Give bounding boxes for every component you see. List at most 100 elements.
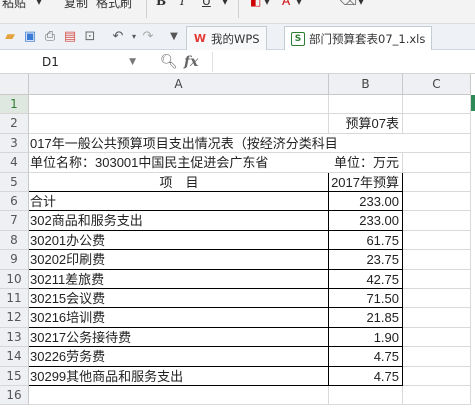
row-header[interactable]: 2 [0, 114, 29, 134]
column-header-b[interactable]: B [329, 74, 403, 95]
cell-c[interactable] [403, 114, 471, 134]
export-pdf-icon[interactable]: ▤ [62, 29, 78, 45]
row-header[interactable]: 4 [0, 153, 29, 173]
cell-c[interactable] [403, 133, 471, 154]
cell-b[interactable]: 4.75 [329, 366, 403, 386]
name-box[interactable]: D1 ▼ [0, 52, 140, 72]
cell-c[interactable] [403, 327, 471, 348]
cell-c[interactable] [403, 211, 471, 231]
row-header[interactable]: 5 [0, 172, 29, 192]
cell-a[interactable]: 30211差旅费 [29, 269, 329, 289]
cell-a[interactable]: 302商品和服务支出 [29, 211, 329, 231]
cell-b[interactable]: 61.75 [329, 230, 403, 251]
cell-b[interactable]: 233.00 [329, 192, 403, 212]
row-header[interactable]: 16 [0, 386, 29, 406]
tab-document[interactable]: S 部门预算套表07_1.xls [284, 26, 433, 50]
dropdown-arrow-icon[interactable]: ▾ [36, 0, 42, 8]
cell-b[interactable]: 单位：万元 [329, 153, 403, 173]
cell-a[interactable]: 30201办公费 [29, 230, 329, 251]
chevron-down-icon[interactable]: ▼ [129, 52, 136, 72]
dropdown-arrow-icon[interactable]: ▾ [264, 0, 270, 8]
select-all-corner[interactable] [0, 74, 29, 95]
zoom-search-icon[interactable]: 🔍︎ [160, 53, 178, 71]
cell-c[interactable] [403, 289, 471, 309]
eraser-icon[interactable]: ⌫ [340, 0, 357, 8]
redo-icon[interactable]: ↷ [140, 29, 156, 45]
row-header[interactable]: 9 [0, 250, 29, 270]
dropdown-arrow-icon[interactable]: ▾ [296, 0, 302, 8]
spreadsheet-grid[interactable]: A B C 1 2 预算07表 3 017年一般公共预算项目支出情况表（按经济分类科目 4… [0, 74, 475, 416]
column-header-c[interactable]: C [403, 74, 471, 95]
cell-c[interactable] [403, 308, 471, 328]
row-header[interactable]: 13 [0, 327, 29, 348]
italic-button[interactable]: I [180, 0, 185, 8]
cell-c[interactable] [403, 230, 471, 251]
cell-a[interactable]: 单位名称：303001中国民主促进会广东省 [29, 153, 329, 173]
cell-c[interactable] [403, 386, 471, 406]
cell-b[interactable]: 4.75 [329, 347, 403, 367]
formula-input[interactable] [212, 52, 475, 72]
row-header[interactable]: 3 [0, 133, 29, 154]
tab-my-wps[interactable]: W 我的WPS [186, 26, 267, 50]
copy-button[interactable]: 复制 [64, 0, 88, 11]
paste-button[interactable]: 粘贴 [2, 0, 26, 11]
print-preview-icon[interactable]: ⊡ [82, 29, 98, 45]
row-header[interactable]: 8 [0, 230, 29, 251]
cell-b[interactable]: 2017年预算 [329, 172, 403, 192]
row-header[interactable]: 7 [0, 211, 29, 231]
cell-b[interactable] [329, 95, 403, 115]
cell-b[interactable]: 233.00 [329, 211, 403, 231]
fill-color-button[interactable]: ◧ [250, 0, 261, 8]
cell-b[interactable]: 23.75 [329, 250, 403, 270]
cell-b[interactable]: 1.90 [329, 327, 403, 348]
cell-a[interactable]: 30226劳务费 [29, 347, 329, 367]
bold-button[interactable]: B [156, 0, 166, 8]
cell-c[interactable] [403, 153, 471, 173]
cell-a[interactable]: 017年一般公共预算项目支出情况表（按经济分类科目 [29, 134, 338, 154]
row-header[interactable]: 1 [0, 95, 29, 115]
save-icon[interactable]: ▣ [22, 29, 38, 45]
dropdown-arrow-icon[interactable]: ▾ [358, 0, 364, 8]
underline-button[interactable]: U [202, 0, 211, 8]
cell-b[interactable]: 21.85 [329, 308, 403, 328]
dropdown-arrow-icon[interactable]: ▾ [222, 0, 228, 8]
format-painter-button[interactable]: 格式刷 [96, 0, 132, 11]
cell-b[interactable]: 预算07表 [329, 114, 403, 134]
cell-a[interactable] [29, 95, 329, 115]
ribbon: 粘贴 ▾ 复制 格式刷 B I U ▾ ◧ ▾ A ▾ ⌫ ▾ [0, 0, 475, 24]
insert-function-icon[interactable]: fx [184, 53, 198, 71]
cell-a[interactable]: 30299其他商品和服务支出 [29, 366, 329, 386]
cell-b[interactable] [329, 386, 403, 406]
cell-b[interactable]: 71.50 [329, 289, 403, 309]
row-header[interactable]: 14 [0, 347, 29, 367]
cell-a[interactable]: 30216培训费 [29, 308, 329, 328]
row-header[interactable]: 11 [0, 289, 29, 309]
cell-c[interactable] [403, 172, 471, 192]
cell-c[interactable] [403, 269, 471, 289]
undo-icon[interactable]: ↶ [110, 29, 126, 45]
row-header[interactable]: 10 [0, 269, 29, 289]
open-folder-icon[interactable]: ▰ [2, 29, 18, 45]
cell-b[interactable] [329, 134, 403, 154]
cell-a[interactable]: 30217公务接待费 [29, 327, 329, 348]
cell-a[interactable]: 合计 [29, 192, 329, 212]
row-header[interactable]: 6 [0, 192, 29, 212]
cell-c[interactable] [403, 250, 471, 270]
cell-b[interactable]: 42.75 [329, 269, 403, 289]
customize-toolbar-icon[interactable]: ▼ [166, 29, 182, 45]
row-header[interactable]: 15 [0, 366, 29, 386]
cell-a[interactable]: 项 目 [29, 172, 329, 192]
cell-c[interactable] [403, 95, 471, 115]
font-color-button[interactable]: A [282, 0, 290, 8]
cell-c[interactable] [403, 347, 471, 367]
column-header-a[interactable]: A [29, 74, 329, 95]
cell-c[interactable] [403, 366, 471, 386]
cell-a[interactable] [29, 386, 329, 406]
name-box-value: D1 [42, 55, 59, 69]
cell-a[interactable]: 30202印刷费 [29, 250, 329, 270]
cell-a[interactable] [29, 114, 329, 134]
row-header[interactable]: 12 [0, 308, 29, 328]
cell-c[interactable] [403, 192, 471, 212]
cell-a[interactable]: 30215会议费 [29, 289, 329, 309]
print-icon[interactable]: ⎙ [42, 29, 58, 45]
